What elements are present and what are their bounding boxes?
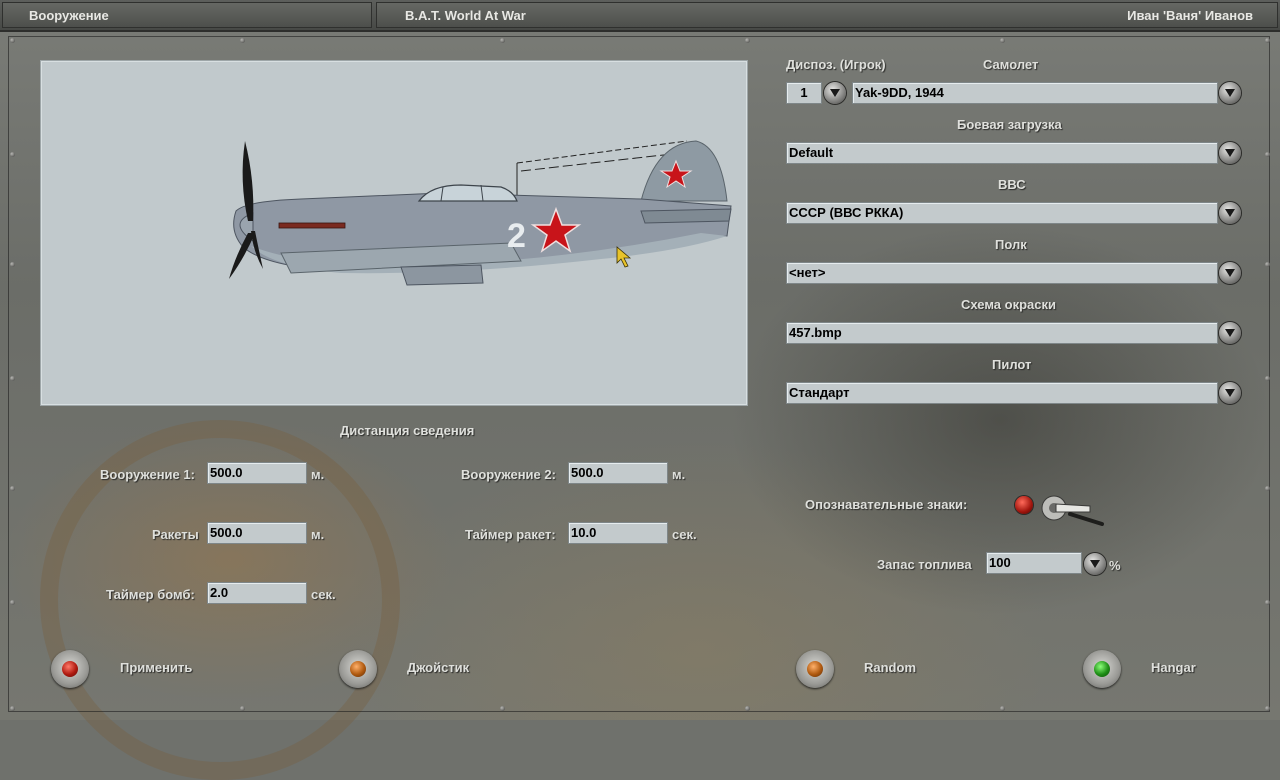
chevron-down-icon [1225, 329, 1235, 337]
joystick-label[interactable]: Джойстик [407, 660, 469, 675]
rivet [240, 38, 245, 43]
aircraft-illustration: 2 [229, 140, 732, 286]
pilot-label: Пилот [992, 357, 1032, 372]
apply-label[interactable]: Применить [120, 660, 192, 675]
pilot-field[interactable]: Стандарт [786, 382, 1218, 404]
title-bar: Вооружение B.A.T. World At War Иван 'Ван… [0, 0, 1280, 32]
skin-label: Схема окраски [961, 297, 1056, 312]
rivet [10, 486, 15, 491]
aircraft-preview[interactable]: 2 [40, 60, 748, 406]
chevron-down-icon [1090, 560, 1100, 568]
hangar-lamp-icon [1094, 661, 1110, 677]
regiment-field[interactable]: <нет> [786, 262, 1218, 284]
loadout-field[interactable]: Default [786, 142, 1218, 164]
pilot-dropdown-button[interactable] [1219, 382, 1241, 404]
chevron-down-icon [1225, 389, 1235, 397]
weapon2-label: Вооружение 2: [461, 467, 556, 482]
aircraft-dropdown-button[interactable] [1219, 82, 1241, 104]
rivet [10, 376, 15, 381]
rivet [10, 262, 15, 267]
apply-lamp-icon [62, 661, 78, 677]
skin-dropdown-button[interactable] [1219, 322, 1241, 344]
weapon1-label: Вооружение 1: [100, 467, 195, 482]
random-button[interactable] [796, 650, 834, 688]
chevron-down-icon [1225, 89, 1235, 97]
rivet [240, 706, 245, 711]
rivet [1265, 376, 1270, 381]
aircraft-label: Самолет [983, 57, 1039, 72]
markings-toggle-switch[interactable] [1040, 492, 1106, 526]
random-label[interactable]: Random [864, 660, 916, 675]
rivet [1265, 262, 1270, 267]
user-name: Иван 'Ваня' Иванов [1127, 8, 1253, 23]
rivet [745, 38, 750, 43]
convergence-heading: Дистанция сведения [340, 423, 475, 438]
weapon1-unit: м. [311, 467, 325, 482]
rivet [1000, 706, 1005, 711]
rocket-timer-field[interactable]: 10.0 [568, 522, 668, 544]
disposition-dropdown-button[interactable] [824, 82, 846, 104]
rivet [1265, 706, 1270, 711]
rockets-distance-field[interactable]: 500.0 [207, 522, 307, 544]
weapon2-distance-field[interactable]: 500.0 [568, 462, 668, 484]
bomb-timer-field[interactable]: 2.0 [207, 582, 307, 604]
weapon2-unit: м. [672, 467, 686, 482]
rivet [500, 38, 505, 43]
app-title: B.A.T. World At War [405, 8, 526, 23]
rivet [10, 152, 15, 157]
markings-indicator-lamp [1015, 496, 1033, 514]
rivet [10, 706, 15, 711]
air-force-dropdown-button[interactable] [1219, 202, 1241, 224]
rivet [10, 600, 15, 605]
bomb-timer-unit: сек. [311, 587, 336, 602]
markings-label: Опознавательные знаки: [805, 497, 968, 512]
disposition-field[interactable]: 1 [786, 82, 822, 104]
loadout-dropdown-button[interactable] [1219, 142, 1241, 164]
rivet [745, 706, 750, 711]
regiment-dropdown-button[interactable] [1219, 262, 1241, 284]
joystick-button[interactable] [339, 650, 377, 688]
fuel-dropdown-button[interactable] [1084, 553, 1106, 575]
hangar-button[interactable] [1083, 650, 1121, 688]
joystick-lamp-icon [350, 661, 366, 677]
rockets-unit: м. [311, 527, 325, 542]
chevron-down-icon [1225, 149, 1235, 157]
rocket-timer-label: Таймер ракет: [465, 527, 556, 542]
fuel-label: Запас топлива [877, 557, 972, 572]
chevron-down-icon [1225, 269, 1235, 277]
rivet [500, 706, 505, 711]
fuel-unit: % [1109, 558, 1121, 573]
aircraft-field[interactable]: Yak-9DD, 1944 [852, 82, 1218, 104]
disposition-label: Диспоз. (Игрок) [786, 57, 886, 72]
tail-number: 2 [507, 217, 526, 255]
apply-button[interactable] [51, 650, 89, 688]
loadout-label: Боевая загрузка [957, 117, 1062, 132]
title-bar-right: B.A.T. World At War Иван 'Ваня' Иванов [376, 2, 1278, 28]
chevron-down-icon [830, 89, 840, 97]
fuel-field[interactable]: 100 [986, 552, 1082, 574]
skin-field[interactable]: 457.bmp [786, 322, 1218, 344]
rivet [1265, 600, 1270, 605]
chevron-down-icon [1225, 209, 1235, 217]
rockets-label: Ракеты [152, 527, 199, 542]
rivet [1265, 486, 1270, 491]
rivet [1000, 38, 1005, 43]
weapon1-distance-field[interactable]: 500.0 [207, 462, 307, 484]
section-title: Вооружение [2, 2, 372, 28]
rivet [10, 38, 15, 43]
air-force-label: ВВС [998, 177, 1026, 192]
bomb-timer-label: Таймер бомб: [106, 587, 195, 602]
hangar-label[interactable]: Hangar [1151, 660, 1196, 675]
rivet [1265, 38, 1270, 43]
regiment-label: Полк [995, 237, 1027, 252]
random-lamp-icon [807, 661, 823, 677]
air-force-field[interactable]: СССР (ВВС РККА) [786, 202, 1218, 224]
rivet [1265, 152, 1270, 157]
rocket-timer-unit: сек. [672, 527, 697, 542]
